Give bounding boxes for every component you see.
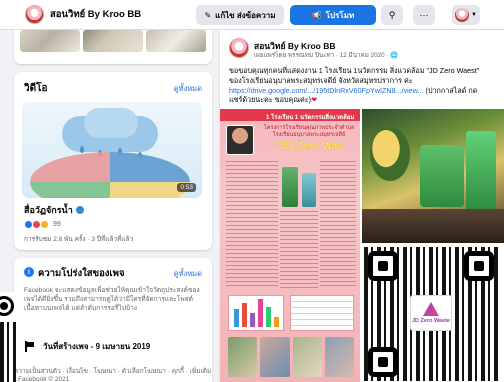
table-surface	[362, 209, 504, 243]
poster-portrait	[226, 125, 254, 155]
more-icon: ···	[419, 10, 429, 20]
video-meta: การรับชม 2.8 พัน ครั้ง · 3 ปีที่แล้วที่แ…	[24, 236, 134, 243]
footer-links[interactable]: ความเป็นส่วนตัว · เงื่อนไข · โฆษณา · ตัว…	[14, 368, 212, 382]
photo-strip	[14, 30, 212, 64]
poster-chart-bar	[258, 299, 263, 327]
poster-band-title: 1 โรงเรียน 1 นวัตกรรมสิ่งแวดล้อม	[266, 115, 355, 121]
recycle-bin-graphic	[282, 167, 298, 207]
recycle-bin-graphic	[302, 173, 316, 207]
poster-bar-chart	[228, 295, 284, 331]
transparency-title: ความโปร่งใสของเพจ	[38, 268, 125, 279]
edit-button-label: แก้ไข ส่งข้อความ	[215, 10, 276, 20]
globe-icon	[76, 206, 85, 214]
recycle-bin-graphic	[420, 145, 464, 207]
search-icon: ⚲	[388, 9, 396, 20]
post-author-avatar[interactable]	[229, 38, 249, 58]
qr-code-fragment	[0, 292, 16, 382]
poster-photo-row	[228, 337, 354, 377]
recycle-bin-graphic	[466, 131, 496, 211]
video-duration: 0:53	[177, 183, 196, 192]
photo-thumbnail[interactable]	[146, 30, 206, 52]
poster-image[interactable]: 1 โรงเรียน 1 นวัตกรรมสิ่งแวดล้อม โครงการ…	[220, 109, 360, 382]
photo-thumbnail[interactable]	[83, 30, 143, 52]
heart-emoji: ❤	[311, 95, 318, 105]
qr-finder-pattern	[464, 251, 494, 281]
profile-avatar	[455, 8, 469, 22]
qr-modules	[0, 322, 16, 382]
reaction-count: 99	[53, 221, 61, 228]
poster-chart-bar	[274, 317, 279, 327]
qr-finder-pattern	[368, 251, 398, 281]
poster-photo	[260, 337, 290, 377]
reactions-summary[interactable]: 99	[24, 220, 61, 229]
poster-subtitle: โครงการโรงเรียนคุณภาพประจำตำบล โรงเรียนอ…	[263, 125, 355, 138]
poster-photo	[324, 337, 354, 377]
chevron-down-icon: ▼	[471, 12, 477, 18]
promote-button[interactable]: 📢 โปรโมท	[290, 5, 376, 25]
recycle-logo-icon	[423, 302, 439, 316]
poster-zero-waste-title: "JD Zero Was	[274, 141, 344, 152]
videos-see-all-link[interactable]: ดูทั้งหมด	[174, 83, 202, 95]
edit-send-message-button[interactable]: ✎ แก้ไข ส่งข้อความ	[196, 5, 284, 25]
photo-thumbnail[interactable]	[20, 30, 80, 52]
post-text-main: ขอขอบคุณทุกคนที่แสดงงาน 1 โรงเรียน 1นวัต…	[229, 66, 480, 85]
page-created-row: วันที่สร้างเพจ - 9 เมษายน 2019	[24, 340, 150, 353]
profile-switch-button[interactable]: ▼	[452, 5, 480, 25]
poster-text-column	[320, 161, 356, 289]
poster-photo	[292, 337, 322, 377]
pencil-icon: ✎	[204, 10, 212, 20]
cloud-graphic	[84, 108, 138, 138]
info-icon: i	[24, 267, 34, 277]
wow-reaction-icon	[40, 220, 49, 229]
top-bar: สอนวิทย์ By Kroo BB ✎ แก้ไข ส่งข้อความ 📢…	[0, 0, 504, 30]
poster-text-column	[226, 161, 278, 289]
qr-code: JD Zero Waste	[364, 247, 498, 381]
qr-code-image[interactable]: JD Zero Waste	[362, 245, 504, 382]
poster-text-column	[280, 211, 318, 289]
promote-button-label: โปรโมท	[325, 10, 355, 20]
page-name[interactable]: สอนวิทย์ By Kroo BB	[50, 7, 141, 22]
flag-icon	[24, 341, 35, 352]
poster-chart-bar	[234, 309, 239, 327]
post-image-collage[interactable]: 1 โรงเรียน 1 นวัตกรรมสิ่งแวดล้อม โครงการ…	[220, 109, 504, 382]
project-photo[interactable]	[362, 109, 504, 243]
qr-finder-pattern	[0, 296, 14, 316]
post-card: สอนวิทย์ By Kroo BB เผยแพร่โดย พรรณทม ปิ…	[220, 30, 504, 382]
poster-data-table	[290, 295, 354, 331]
transparency-see-all-link[interactable]: ดูทั้งหมด	[174, 268, 202, 280]
video-thumbnail[interactable]: 0:53	[22, 102, 202, 198]
transparency-description: Facebook จะแสดงข้อมูลเพื่อช่วยให้คุณเข้า…	[24, 287, 200, 313]
qr-center-logo: JD Zero Waste	[410, 295, 452, 331]
post-link[interactable]: https://drive.google.com/.../195tDlnRxV6…	[229, 86, 424, 95]
raindrop-graphic	[80, 146, 84, 153]
page-created-date: วันที่สร้างเพจ - 9 เมษายน 2019	[43, 342, 151, 351]
videos-card: วิดีโอ ดูทั้งหมด 0:53 สื่อวัฏจักรน้ำ 99 …	[14, 72, 212, 250]
search-button[interactable]: ⚲	[381, 5, 403, 25]
poster-photo	[228, 337, 258, 377]
water-cycle-wheel-graphic	[30, 152, 190, 198]
qr-center-text: JD Zero Waste	[411, 318, 450, 324]
plant-graphic	[370, 127, 410, 181]
post-body: ขอขอบคุณทุกคนที่แสดงงาน 1 โรงเรียน 1นวัต…	[229, 66, 489, 105]
poster-chart-bar	[266, 307, 271, 327]
poster-chart-bar	[250, 313, 255, 327]
videos-title: วิดีโอ	[24, 83, 48, 94]
megaphone-icon: 📢	[311, 10, 322, 20]
post-meta: เผยแพร่โดย พรรณทม ปินะทา · 12 มีนาคม 202…	[254, 52, 399, 59]
video-caption-text: สื่อวัฏจักรน้ำ	[24, 205, 73, 215]
poster-chart-bar	[242, 303, 247, 327]
more-options-button[interactable]: ···	[413, 5, 435, 25]
page-avatar[interactable]	[25, 5, 44, 24]
video-caption[interactable]: สื่อวัฏจักรน้ำ	[24, 203, 85, 217]
page-transparency-card: i ความโปร่งใสของเพจ ดูทั้งหมด Facebook จ…	[14, 258, 212, 382]
qr-finder-pattern	[368, 347, 398, 377]
